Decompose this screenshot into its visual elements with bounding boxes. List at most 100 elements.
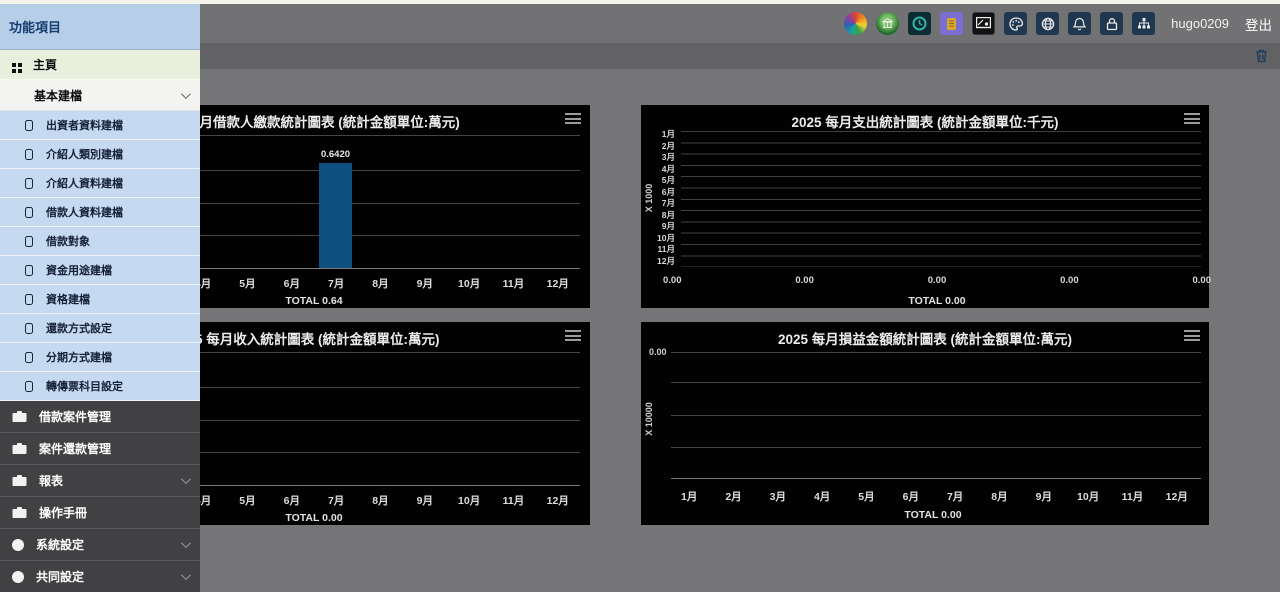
month-tick-label: 11月: [649, 244, 675, 256]
month-tick-label: 6月: [889, 489, 933, 504]
month-tick-label: 11月: [491, 493, 535, 508]
sidebar-subitem[interactable]: 出資者資料建檔: [0, 111, 200, 140]
month-tick-label: 12月: [1155, 489, 1199, 504]
chart-total-label: TOTAL 0.00: [663, 295, 1211, 307]
bell-icon[interactable]: [1068, 12, 1091, 35]
month-tick-label: 10月: [1066, 489, 1110, 504]
lock-icon[interactable]: [1100, 12, 1123, 35]
sidebar-subitem-label: 資格建檔: [46, 291, 90, 307]
outline-square-icon: [25, 323, 33, 334]
briefcase-icon: [12, 410, 27, 423]
chevron-down-icon: [181, 538, 191, 548]
value-tick-label: 0.00: [663, 275, 682, 286]
value-tick-label: 0.00: [795, 275, 814, 286]
month-tick-label: 9月: [649, 221, 675, 233]
month-tick-label: 5月: [649, 175, 675, 187]
sidebar-subitem[interactable]: 介紹人資料建檔: [0, 169, 200, 198]
month-tick-label: 10月: [447, 276, 491, 291]
globe-icon[interactable]: [1036, 12, 1059, 35]
clock-icon[interactable]: [908, 12, 931, 35]
sidebar-item-loan-case-management[interactable]: 借款案件管理: [0, 401, 200, 433]
outline-square-icon: [25, 207, 33, 218]
month-tick-label: 2月: [649, 141, 675, 153]
chart-menu-icon[interactable]: [1184, 113, 1200, 124]
sidebar-item-label: 操作手冊: [39, 504, 87, 521]
sidebar-subitem[interactable]: 借款人資料建檔: [0, 198, 200, 227]
month-tick-label: 3月: [756, 489, 800, 504]
sidebar-item-operation-manual[interactable]: 操作手冊: [0, 497, 200, 529]
sidebar-subitem[interactable]: 介紹人類別建檔: [0, 140, 200, 169]
chevron-down-icon: [181, 570, 191, 580]
circle-icon: [12, 539, 24, 551]
gridline: [671, 382, 1201, 383]
month-tick-label: 10月: [447, 493, 491, 508]
chart-monthly-expense: 2025 每月支出統計圖表 (統計金額單位:千元) X 1000 1月2月3月4…: [641, 105, 1209, 308]
colorful-logo-icon[interactable]: [844, 12, 867, 35]
month-tick-label: 8月: [977, 489, 1021, 504]
sidebar-group-label: 共同設定: [36, 568, 84, 585]
bank-app-icon[interactable]: [876, 12, 899, 35]
sidebar-subitem[interactable]: 借款對象: [0, 227, 200, 256]
sidebar-subitem[interactable]: 分期方式建檔: [0, 343, 200, 372]
outline-square-icon: [25, 236, 33, 247]
month-tick-label: 1月: [667, 489, 711, 504]
gridline: [671, 415, 1201, 416]
chart-menu-icon[interactable]: [565, 330, 581, 341]
logout-button[interactable]: 登出: [1245, 14, 1272, 34]
navbar-icon-group: [844, 12, 1155, 35]
chart-title: 2025 每月損益金額統計圖表 (統計金額單位:萬元): [641, 328, 1209, 348]
sidebar-subitem[interactable]: 資格建檔: [0, 285, 200, 314]
sidebar-group-reports[interactable]: 報表: [0, 465, 200, 497]
trash-icon[interactable]: [1255, 49, 1268, 63]
sidebar-group-system-settings[interactable]: 系統設定: [0, 529, 200, 561]
sidebar-subitem[interactable]: 資金用途建檔: [0, 256, 200, 285]
palette-icon[interactable]: [1004, 12, 1027, 35]
month-tick-label: 12月: [536, 276, 580, 291]
y-axis-month-labels: 1月2月3月4月5月6月7月8月9月10月11月12月: [649, 129, 675, 267]
briefcase-icon: [12, 506, 27, 519]
month-tick-label: 8月: [358, 493, 402, 508]
value-tick-label: 0.00: [1060, 275, 1079, 286]
chart-monthly-profit-loss: 2025 每月損益金額統計圖表 (統計金額單位:萬元) 0.00 X 10000…: [641, 322, 1209, 525]
briefcase-icon: [12, 474, 27, 487]
chevron-down-icon: [181, 474, 191, 484]
month-tick-label: 8月: [358, 276, 402, 291]
bar-value-label: 0.6420: [299, 149, 372, 160]
month-tick-label: 11月: [1110, 489, 1154, 504]
sidebar-item-home[interactable]: 主頁: [0, 50, 200, 81]
chart-menu-icon[interactable]: [565, 113, 581, 124]
chart-menu-icon[interactable]: [1184, 330, 1200, 341]
x-axis-month-labels: 1月2月3月4月5月6月7月8月9月10月11月12月: [667, 489, 1199, 504]
sidebar-group-basic-setup[interactable]: 基本建檔: [0, 81, 200, 111]
x-axis-line: [671, 478, 1201, 479]
month-tick-label: 3月: [649, 152, 675, 164]
y-axis-multiplier-label: X 10000: [644, 371, 654, 467]
month-tick-label: 9月: [403, 276, 447, 291]
sidebar-subitem-label: 轉傳票科目設定: [46, 378, 123, 394]
month-tick-label: 9月: [403, 493, 447, 508]
scroll-icon[interactable]: [940, 12, 963, 35]
sidebar-subitem-label: 借款對象: [46, 233, 90, 249]
sidebar-group-common-settings[interactable]: 共同設定: [0, 561, 200, 592]
outline-square-icon: [25, 352, 33, 363]
briefcase-icon: [12, 442, 27, 455]
sidebar-subitem[interactable]: 轉傳票科目設定: [0, 372, 200, 401]
sitemap-icon[interactable]: [1132, 12, 1155, 35]
month-tick-label: 12月: [649, 256, 675, 268]
month-tick-label: 5月: [225, 276, 269, 291]
month-tick-label: 7月: [314, 276, 358, 291]
sidebar-subitem-label: 資金用途建檔: [46, 262, 112, 278]
sidebar-subitem-label: 出資者資料建檔: [46, 117, 123, 133]
sidebar-subitem[interactable]: 還款方式設定: [0, 314, 200, 343]
sidebar-item-case-repayment-management[interactable]: 案件還款管理: [0, 433, 200, 465]
gridlines: [681, 131, 1201, 267]
month-tick-label: 7月: [933, 489, 977, 504]
bar-july[interactable]: [319, 163, 352, 268]
gridline: [671, 352, 1201, 353]
presentation-screen-icon[interactable]: [972, 12, 995, 35]
month-tick-label: 4月: [800, 489, 844, 504]
outline-square-icon: [25, 149, 33, 160]
month-tick-label: 12月: [536, 493, 580, 508]
sidebar-group-label: 基本建檔: [34, 87, 82, 104]
sidebar-subitem-label: 分期方式建檔: [46, 349, 112, 365]
